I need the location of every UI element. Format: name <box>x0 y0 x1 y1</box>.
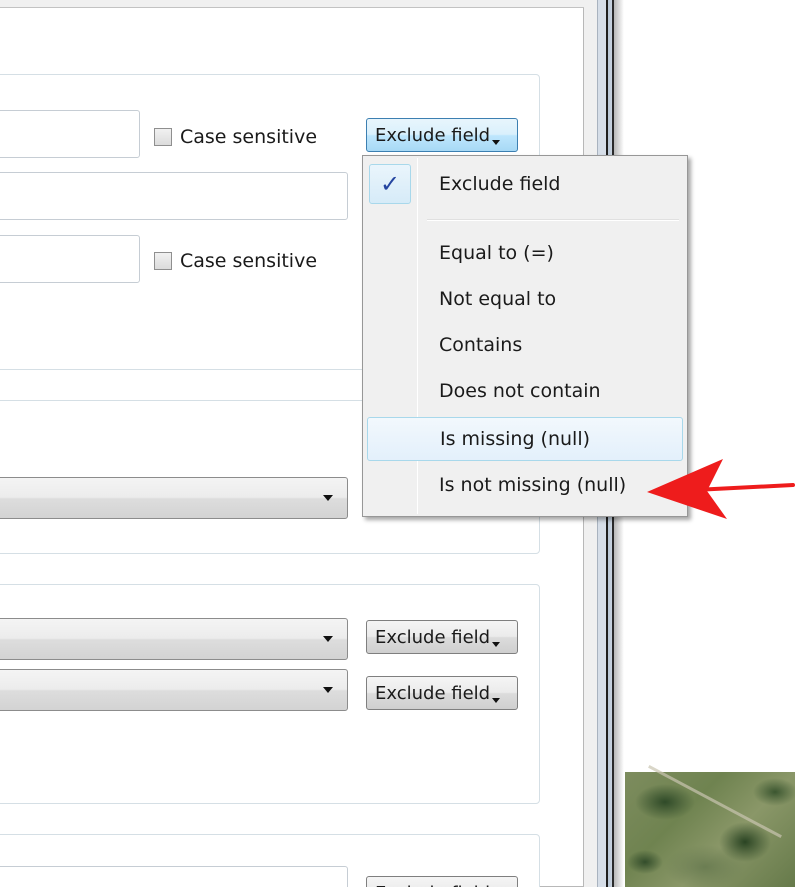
menu-item-label: Is not missing (null) <box>439 474 627 496</box>
arrow-annotation-icon <box>647 459 795 519</box>
filter-combo-1[interactable] <box>0 477 348 519</box>
menu-item-exclude-field[interactable]: Exclude field <box>367 162 683 206</box>
filter-combo-2[interactable] <box>0 618 348 660</box>
menu-item-is-not-missing[interactable]: Is not missing (null) <box>367 463 683 507</box>
menu-item-label: Is missing (null) <box>440 428 591 450</box>
menu-item-label: Does not contain <box>439 380 601 402</box>
menu-item-contains[interactable]: Contains <box>367 323 683 367</box>
menu-separator <box>427 219 679 221</box>
filter-combo-3[interactable] <box>0 669 348 711</box>
checkbox-box[interactable] <box>154 252 172 270</box>
menu-item-does-not-contain[interactable]: Does not contain <box>367 369 683 413</box>
menu-item-equal-to[interactable]: Equal to (=) <box>367 231 683 275</box>
exclude-field-label: Exclude field <box>375 682 491 704</box>
menu-item-not-equal-to[interactable]: Not equal to <box>367 277 683 321</box>
chevron-down-icon <box>323 636 333 642</box>
exclude-field-button-4[interactable]: Exclude field <box>366 876 518 887</box>
case-sensitive-label: Case sensitive <box>180 126 318 148</box>
menu-item-label: Equal to (=) <box>439 242 554 264</box>
filter-text-input-1[interactable] <box>0 110 140 158</box>
exclude-field-button-3[interactable]: Exclude field <box>366 676 518 710</box>
checkbox-box[interactable] <box>154 128 172 146</box>
exclude-field-dropdown-menu: ✓ Exclude field Equal to (=) Not equal t… <box>362 155 688 517</box>
case-sensitive-label: Case sensitive <box>180 250 318 272</box>
chevron-down-icon <box>323 687 333 693</box>
chevron-down-icon <box>323 495 333 501</box>
exclude-field-label: Exclude field <box>375 883 490 887</box>
menu-item-label: Not equal to <box>439 288 557 310</box>
exclude-field-label: Exclude field <box>375 626 491 648</box>
exclude-field-label: Exclude field <box>375 124 491 146</box>
filter-text-input-2[interactable] <box>0 172 348 220</box>
case-sensitive-checkbox-2[interactable]: Case sensitive <box>154 249 317 273</box>
chevron-down-icon <box>492 641 501 647</box>
menu-item-label: Contains <box>439 334 523 356</box>
menu-item-label: Exclude field <box>439 173 561 195</box>
menu-item-is-missing[interactable]: Is missing (null) <box>367 417 683 461</box>
filter-text-input-4[interactable] <box>0 866 348 887</box>
chevron-down-icon <box>492 697 501 703</box>
exclude-field-button-2[interactable]: Exclude field <box>366 620 518 654</box>
exclude-field-button-1[interactable]: Exclude field <box>366 118 518 152</box>
chevron-down-icon <box>492 139 501 145</box>
filter-text-input-3[interactable] <box>0 235 140 283</box>
dialog-top-edge <box>0 0 598 8</box>
case-sensitive-checkbox-1[interactable]: Case sensitive <box>154 125 317 149</box>
